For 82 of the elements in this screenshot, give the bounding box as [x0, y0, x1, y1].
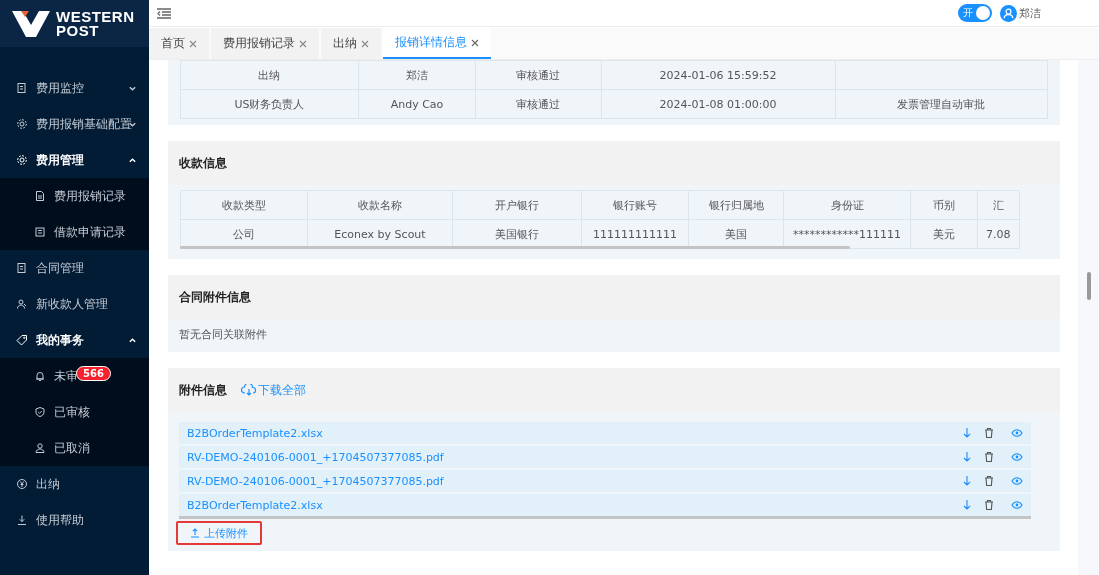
- cloud-download-icon[interactable]: [241, 384, 257, 396]
- upload-icon: [190, 528, 200, 538]
- scrollbar[interactable]: [180, 246, 850, 249]
- sidebar-item[interactable]: 已取消: [0, 430, 149, 466]
- sidebar-item[interactable]: 费用管理: [0, 142, 149, 178]
- table-cell: US财务负责人: [180, 89, 359, 119]
- document-icon: [16, 82, 28, 94]
- close-icon[interactable]: [471, 38, 479, 47]
- delete-icon[interactable]: [983, 451, 995, 463]
- sidebar-item[interactable]: 新收款人管理: [0, 286, 149, 322]
- table-cell: 审核通过: [475, 89, 601, 119]
- column-header: 身份证: [783, 190, 911, 220]
- close-icon[interactable]: [189, 39, 197, 48]
- tag-icon: [16, 334, 28, 346]
- user-icon: [34, 442, 46, 454]
- close-icon[interactable]: [361, 39, 369, 48]
- eye-icon[interactable]: [1011, 499, 1023, 511]
- sidebar-item[interactable]: 费用报销记录: [0, 178, 149, 214]
- logo-icon: [12, 10, 50, 37]
- column-header: 汇: [977, 190, 1019, 220]
- avatar-icon[interactable]: [1000, 4, 1017, 22]
- list-icon: [34, 226, 46, 238]
- download-icon: [16, 514, 28, 526]
- column-header: 银行账号: [581, 190, 689, 220]
- table-cell: 7.08: [977, 219, 1019, 249]
- tab[interactable]: 出纳: [321, 28, 381, 59]
- section-title: 合同附件信息: [179, 288, 251, 306]
- shield-check-icon: [34, 406, 46, 418]
- chevron-up-icon: [128, 336, 137, 345]
- settings-icon: [16, 118, 28, 130]
- eye-icon[interactable]: [1011, 427, 1023, 439]
- eye-icon[interactable]: [1011, 451, 1023, 463]
- scrollbar[interactable]: [179, 516, 1031, 519]
- empty-message: 暂无合同关联附件: [178, 327, 268, 343]
- delete-icon[interactable]: [983, 475, 995, 487]
- tab[interactable]: 费用报销记录: [211, 28, 319, 59]
- settings-icon: [16, 154, 28, 166]
- table-cell: 审核通过: [475, 60, 601, 90]
- table-cell: 出纳: [180, 60, 359, 90]
- people-icon: [16, 298, 28, 310]
- table-cell: 2024-01-06 15:59:52: [601, 60, 835, 90]
- sidebar-item[interactable]: 已审核: [0, 394, 149, 430]
- column-header: 银行归属地: [688, 190, 784, 220]
- eye-icon[interactable]: [1011, 475, 1023, 487]
- user-name[interactable]: 郑洁: [1019, 5, 1041, 21]
- document-icon: [16, 262, 28, 274]
- scrollbar[interactable]: [1087, 272, 1091, 300]
- sidebar-item[interactable]: 费用报销基础配置: [0, 106, 149, 142]
- column-header: 收款类型: [180, 190, 308, 220]
- download-icon[interactable]: [961, 427, 973, 439]
- table-cell: 美元: [910, 219, 978, 249]
- sidebar-item[interactable]: 出纳: [0, 466, 149, 502]
- sidebar-item[interactable]: 使用帮助: [0, 502, 149, 538]
- file-icon: [34, 190, 46, 202]
- download-icon[interactable]: [961, 451, 973, 463]
- table-cell: 郑洁: [358, 60, 476, 90]
- download-icon[interactable]: [961, 499, 973, 511]
- chevron-down-icon: [128, 84, 137, 93]
- delete-icon[interactable]: [983, 499, 995, 511]
- sidebar-item[interactable]: 未审 566: [0, 358, 149, 394]
- column-header: 收款名称: [307, 190, 453, 220]
- chevron-up-icon: [128, 156, 137, 165]
- tab[interactable]: 首页: [149, 28, 209, 59]
- menu-icon[interactable]: [157, 7, 171, 19]
- sidebar-item[interactable]: 借款申请记录: [0, 214, 149, 250]
- count-badge: 566: [76, 366, 111, 381]
- table-cell: 2024-01-08 01:00:00: [601, 89, 835, 119]
- download-icon[interactable]: [961, 475, 973, 487]
- section-title: 收款信息: [179, 154, 227, 172]
- logo-text: WESTERN POST: [56, 9, 135, 38]
- yen-icon: [16, 478, 28, 490]
- table-cell: Andy Cao: [358, 89, 476, 119]
- section-title: 附件信息: [179, 381, 227, 399]
- close-icon[interactable]: [299, 39, 307, 48]
- delete-icon[interactable]: [983, 427, 995, 439]
- column-header: 币别: [910, 190, 978, 220]
- table-cell: 发票管理自动审批: [835, 89, 1048, 119]
- bell-icon: [34, 370, 46, 382]
- sidebar-item[interactable]: 合同管理: [0, 250, 149, 286]
- sidebar-item[interactable]: 我的事务: [0, 322, 149, 358]
- column-header: 开户银行: [452, 190, 582, 220]
- sidebar-item[interactable]: 费用监控: [0, 70, 149, 106]
